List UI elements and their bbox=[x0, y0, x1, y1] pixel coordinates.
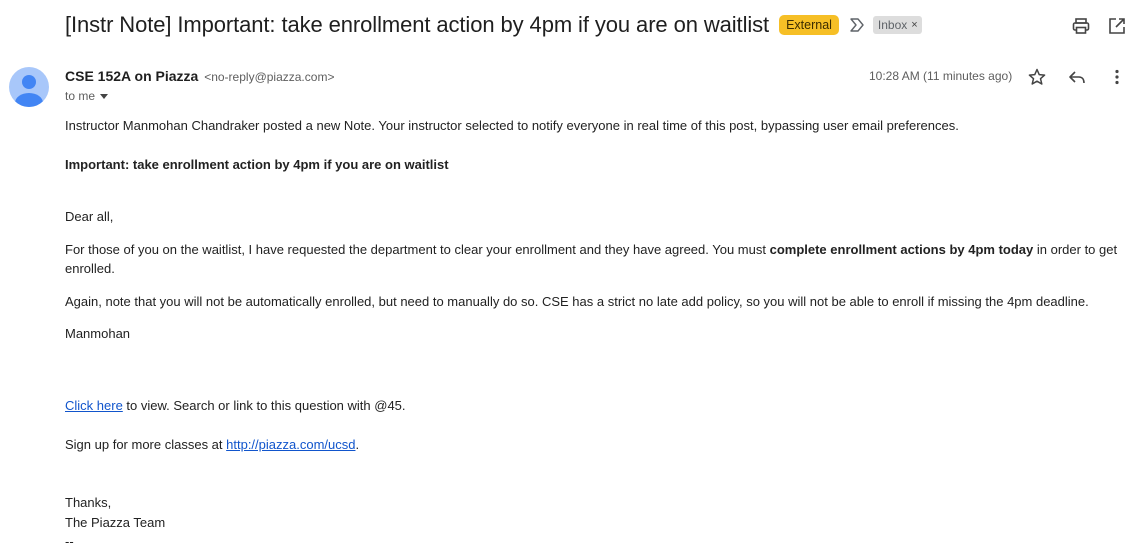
thanks-text: Thanks, bbox=[65, 495, 112, 510]
star-icon[interactable] bbox=[1027, 67, 1047, 87]
signup-paragraph: Sign up for more classes at http://piazz… bbox=[65, 435, 359, 454]
sender-email: <no-reply@piazza.com> bbox=[204, 70, 335, 84]
external-badge: External bbox=[779, 15, 839, 35]
view-paragraph: Click here to view. Search or link to th… bbox=[65, 396, 406, 415]
remove-label-button[interactable]: × bbox=[911, 17, 917, 33]
note-title: Important: take enrollment action by 4pm… bbox=[65, 157, 449, 172]
default-avatar-icon bbox=[15, 75, 43, 107]
importance-marker-icon[interactable] bbox=[849, 17, 865, 33]
waitlist-paragraph: For those of you on the waitlist, I have… bbox=[65, 240, 1125, 278]
print-icon[interactable] bbox=[1071, 16, 1091, 36]
sender-name[interactable]: CSE 152A on Piazza bbox=[65, 68, 198, 84]
sender-row: CSE 152A on Piazza <no-reply@piazza.com> bbox=[65, 68, 334, 84]
deadline-emphasis: complete enrollment actions by 4pm today bbox=[769, 242, 1034, 257]
signature-dashes: -- bbox=[65, 534, 74, 549]
signup-period: . bbox=[355, 437, 360, 452]
sender-avatar[interactable] bbox=[9, 67, 49, 107]
piazza-signup-link[interactable]: http://piazza.com/ucsd bbox=[226, 437, 355, 452]
team-text: The Piazza Team bbox=[65, 515, 166, 530]
subject-row: [Instr Note] Important: take enrollment … bbox=[65, 9, 922, 41]
reply-icon[interactable] bbox=[1067, 67, 1087, 87]
waitlist-text: For those of you on the waitlist, I have… bbox=[65, 242, 770, 257]
email-timestamp: 10:28 AM (11 minutes ago) bbox=[869, 69, 1013, 83]
chevron-down-icon bbox=[100, 93, 109, 99]
recipient-text: to me bbox=[65, 89, 96, 103]
greeting: Dear all, bbox=[65, 209, 114, 224]
inbox-label[interactable]: Inbox × bbox=[872, 16, 922, 34]
recipient-details-toggle[interactable]: to me bbox=[65, 89, 109, 103]
policy-paragraph: Again, note that you will not be automat… bbox=[65, 294, 1089, 309]
email-subject: [Instr Note] Important: take enrollment … bbox=[65, 12, 770, 37]
more-vert-icon[interactable] bbox=[1107, 67, 1127, 87]
signup-text: Sign up for more classes at bbox=[65, 437, 227, 452]
intro-text: Instructor Manmohan Chandraker posted a … bbox=[65, 118, 959, 133]
view-text: to view. Search or link to this question… bbox=[122, 398, 406, 413]
click-here-link[interactable]: Click here bbox=[65, 398, 123, 413]
open-in-new-window-icon[interactable] bbox=[1107, 16, 1127, 36]
signature-name: Manmohan bbox=[65, 326, 131, 341]
inbox-label-text: Inbox bbox=[877, 18, 908, 32]
